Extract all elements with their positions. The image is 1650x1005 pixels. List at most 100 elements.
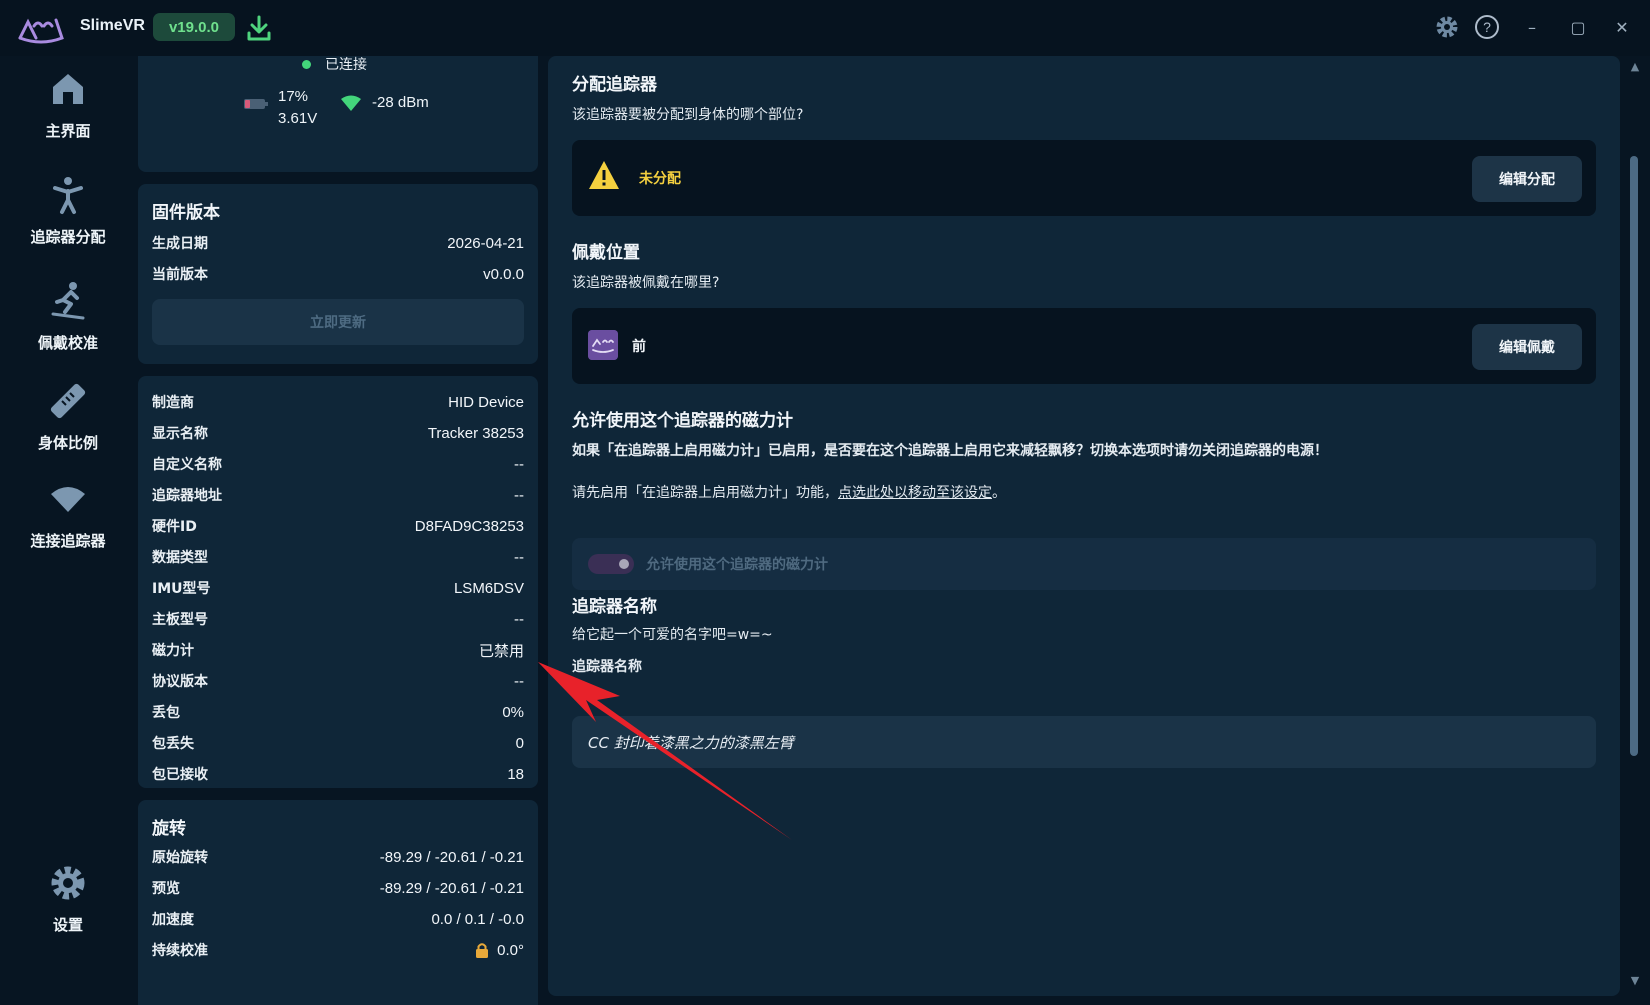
mounting-box: 前 编辑佩戴 <box>572 308 1596 384</box>
info-row: 包丢失 0 <box>152 731 524 755</box>
maximize-button[interactable]: ▢ <box>1558 12 1598 42</box>
sidebar-item-settings[interactable]: 设置 <box>0 862 136 958</box>
info-row: 磁力计 已禁用 <box>152 638 524 662</box>
magnetometer-settings-link[interactable]: 点选此处以移动至该设定 <box>838 485 992 501</box>
status-card: 已连接 17% 3.61V -28 dBm <box>138 56 538 172</box>
row-value: -- <box>514 548 524 566</box>
version-badge[interactable]: v19.0.0 <box>153 13 235 41</box>
sidebar-item-mounting[interactable]: 佩戴校准 <box>0 280 136 376</box>
magnetometer-toggle-label: 允许使用这个追踪器的磁力计 <box>646 557 828 573</box>
gear-icon[interactable] <box>1434 14 1460 40</box>
mounting-desc: 该追踪器被佩戴在哪里? <box>572 275 720 291</box>
row-value: 18 <box>507 765 524 783</box>
row-value: 2026-04-21 <box>447 234 524 252</box>
sidebar-item-label: 追踪器分配 <box>30 228 106 246</box>
info-row: 数据类型 -- <box>152 545 524 569</box>
rotation-title: 旋转 <box>152 819 186 839</box>
row-key: 协议版本 <box>152 674 208 690</box>
magnetometer-hint: 请先启用「在追踪器上启用磁力计」功能，点选此处以移动至该设定。 <box>572 482 1006 502</box>
info-row: 包已接收 18 <box>152 762 524 786</box>
battery-percent: 17% <box>278 88 309 105</box>
row-key: 丢包 <box>152 705 180 721</box>
minimize-button[interactable]: – <box>1512 12 1552 42</box>
tracker-name-desc: 给它起一个可爱的名字吧=w=~ <box>572 627 773 643</box>
wifi-icon <box>51 487 85 512</box>
row-value: 已禁用 <box>478 642 524 660</box>
assignment-desc: 该追踪器要被分配到身体的哪个部位? <box>572 107 804 123</box>
rotation-row: 加速度 0.0 / 0.1 / -0.0 <box>152 907 524 931</box>
sidebar-item-label: 连接追踪器 <box>30 532 106 550</box>
magnetometer-desc: 如果「在追踪器上启用磁力计」已启用，是否要在这个追踪器上启用它来减轻飘移？切换本… <box>572 443 1328 459</box>
scroll-down-arrow-icon[interactable]: ▼ <box>1628 974 1642 988</box>
row-value: HID Device <box>448 393 524 411</box>
sidebar-item-home[interactable]: 主界面 <box>0 68 136 164</box>
info-row: 协议版本 -- <box>152 669 524 693</box>
sidebar-item-label: 主界面 <box>45 122 91 140</box>
title-bar: SlimeVR v19.0.0 ? – ▢ ✕ <box>0 0 1650 56</box>
help-icon[interactable]: ? <box>1474 14 1500 40</box>
firmware-version-row: 当前版本 v0.0.0 <box>152 262 524 286</box>
skier-icon <box>51 282 85 320</box>
scrollbar[interactable]: ▲ ▼ <box>1620 56 1650 996</box>
status-dot <box>302 59 311 69</box>
scroll-up-arrow-icon[interactable]: ▲ <box>1628 60 1642 74</box>
rotation-row: 持续校准 0.0° <box>152 938 524 962</box>
sidebar-item-label: 佩戴校准 <box>37 334 98 352</box>
row-key: 持续校准 <box>152 943 208 959</box>
sidebar-item-proportions[interactable]: 身体比例 <box>0 380 136 476</box>
row-value: -89.29 / -20.61 / -0.21 <box>379 848 524 866</box>
mounting-value: 前 <box>632 339 646 355</box>
row-key: 制造商 <box>152 395 194 411</box>
sidebar: 主界面 追踪器分配 佩戴校准 身体比例 连接追踪器 设置 <box>0 56 136 1005</box>
firmware-build-date-row: 生成日期 2026-04-21 <box>152 231 524 255</box>
download-icon[interactable] <box>246 14 272 42</box>
row-value: LSM6DSV <box>453 579 524 597</box>
edit-mounting-button[interactable]: 编辑佩戴 <box>1472 324 1582 370</box>
info-row: 主板型号 -- <box>152 607 524 631</box>
magnetometer-title: 允许使用这个追踪器的磁力计 <box>572 411 793 431</box>
firmware-title: 固件版本 <box>152 203 220 223</box>
row-value: 0.0° <box>497 941 524 959</box>
info-row: 自定义名称 -- <box>152 452 524 476</box>
row-key: 生成日期 <box>152 236 208 252</box>
ruler-icon <box>50 383 86 419</box>
signal-strength: -28 dBm <box>372 94 429 111</box>
tracker-name-label: 追踪器名称 <box>572 659 642 675</box>
signal-icon <box>341 95 361 111</box>
mounting-front-icon <box>588 330 618 360</box>
row-key: 自定义名称 <box>152 457 222 473</box>
app-window: SlimeVR v19.0.0 ? – ▢ ✕ 主界面 追踪器分配 佩戴校准 身… <box>0 0 1650 1005</box>
rotation-row: 预览 -89.29 / -20.61 / -0.21 <box>152 876 524 900</box>
hint-prefix: 请先启用「在追踪器上启用磁力计」功能， <box>572 485 838 501</box>
gear-icon <box>51 866 85 900</box>
magnetometer-toggle[interactable] <box>588 554 634 574</box>
row-key: 原始旋转 <box>152 850 208 866</box>
close-button[interactable]: ✕ <box>1602 12 1642 42</box>
scroll-thumb[interactable] <box>1630 156 1638 756</box>
row-value: D8FAD9C38253 <box>414 517 524 535</box>
info-row: 追踪器地址 -- <box>152 483 524 507</box>
person-icon <box>53 177 83 214</box>
update-now-button[interactable]: 立即更新 <box>152 299 524 345</box>
row-key: 当前版本 <box>152 267 208 283</box>
tracker-name-title: 追踪器名称 <box>572 597 657 617</box>
row-value: v0.0.0 <box>483 265 524 283</box>
tracker-name-input[interactable]: CC 封印着漆黑之力的漆黑左臂 <box>572 716 1596 768</box>
row-key: IMU型号 <box>152 581 211 597</box>
row-value-with-lock: 0.0° <box>475 942 524 959</box>
tracker-info-column: 已连接 17% 3.61V -28 dBm 固件版本 生成日期 2026-04-… <box>138 56 538 1005</box>
battery-voltage: 3.61V <box>278 110 318 127</box>
sidebar-item-connect[interactable]: 连接追踪器 <box>0 478 136 574</box>
row-key: 硬件ID <box>152 519 197 535</box>
firmware-card: 固件版本 生成日期 2026-04-21 当前版本 v0.0.0 立即更新 <box>138 184 538 364</box>
tracker-settings-panel: 分配追踪器 该追踪器要被分配到身体的哪个部位? 未分配 编辑分配 佩戴位置 该追… <box>548 56 1620 996</box>
sidebar-item-assignment[interactable]: 追踪器分配 <box>0 174 136 270</box>
assignment-box: 未分配 编辑分配 <box>572 140 1596 216</box>
row-value: 0.0 / 0.1 / -0.0 <box>431 910 524 928</box>
row-key: 数据类型 <box>152 550 208 566</box>
edit-assignment-button[interactable]: 编辑分配 <box>1472 156 1582 202</box>
sidebar-item-label: 身体比例 <box>37 434 98 452</box>
row-key: 主板型号 <box>152 612 208 628</box>
battery-icon <box>244 99 268 109</box>
mounting-title: 佩戴位置 <box>572 243 640 263</box>
